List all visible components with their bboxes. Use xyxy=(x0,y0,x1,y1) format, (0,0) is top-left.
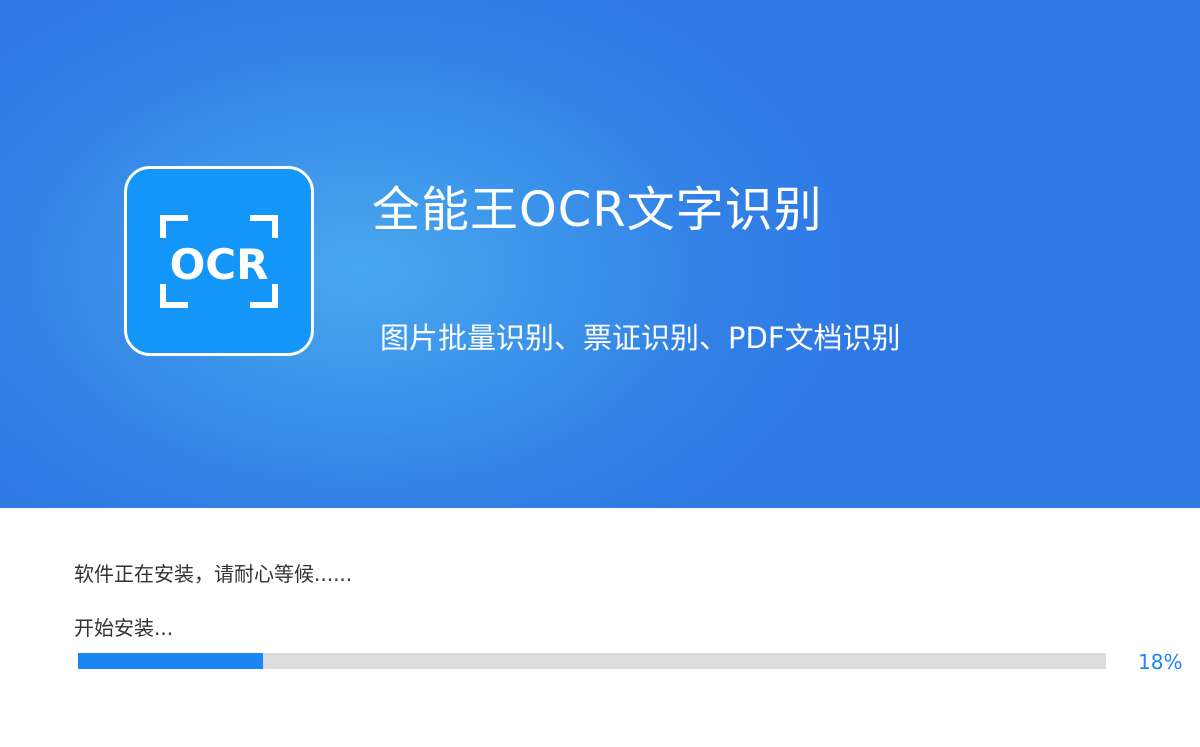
app-logo-icon: OCR xyxy=(124,166,314,356)
install-progress-panel: 软件正在安装，请耐心等候...... 开始安装... 18% xyxy=(0,508,1200,747)
ocr-scan-frame-icon: OCR xyxy=(160,215,278,308)
header-banner: OCR 全能王OCR文字识别 图片批量识别、票证识别、PDF文档识别 xyxy=(0,0,1200,508)
install-step-text: 开始安装... xyxy=(74,616,174,640)
app-title: 全能王OCR文字识别 xyxy=(372,182,823,238)
progress-bar xyxy=(78,653,1106,669)
progress-percent: 18% xyxy=(1138,650,1183,674)
app-subtitle: 图片批量识别、票证识别、PDF文档识别 xyxy=(380,321,901,355)
progress-bar-fill xyxy=(78,653,264,669)
logo-text: OCR xyxy=(170,240,269,289)
install-status-text: 软件正在安装，请耐心等候...... xyxy=(74,562,353,586)
